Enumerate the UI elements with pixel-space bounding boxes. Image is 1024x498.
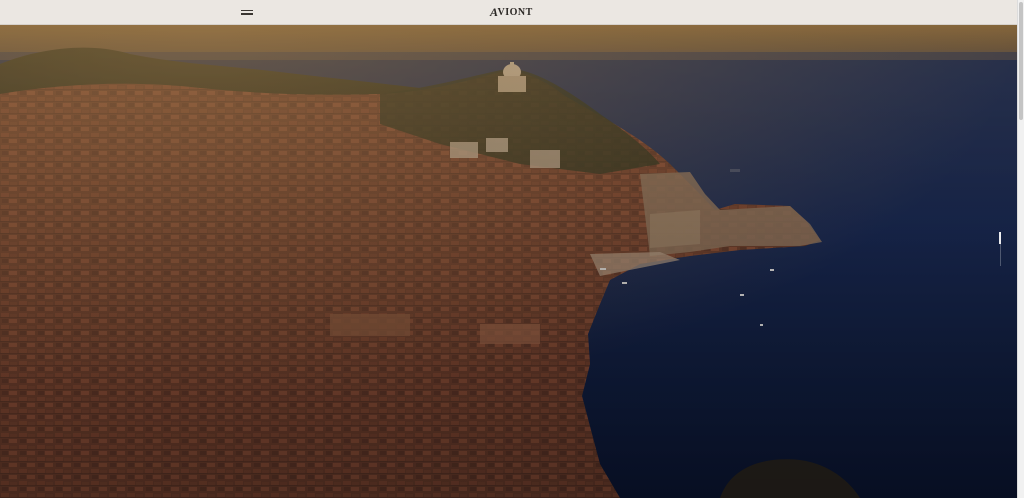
brand-logo[interactable]: A VIONT [490,4,533,20]
page-scrollbar-thumb[interactable] [1019,2,1023,120]
menu-button[interactable] [237,6,259,18]
scroll-indicator-thumb [999,232,1001,244]
page: A VIONT [0,0,1024,498]
site-header: A VIONT [0,0,1018,25]
brand-text: VIONT [497,6,533,18]
aerial-coastal-town-image [0,24,1018,498]
page-scrollbar[interactable] [1017,0,1024,498]
hero-image [0,24,1018,498]
hamburger-icon [241,9,253,11]
slide-scroll-indicator[interactable] [999,232,1002,266]
hamburger-icon-line [241,13,253,15]
